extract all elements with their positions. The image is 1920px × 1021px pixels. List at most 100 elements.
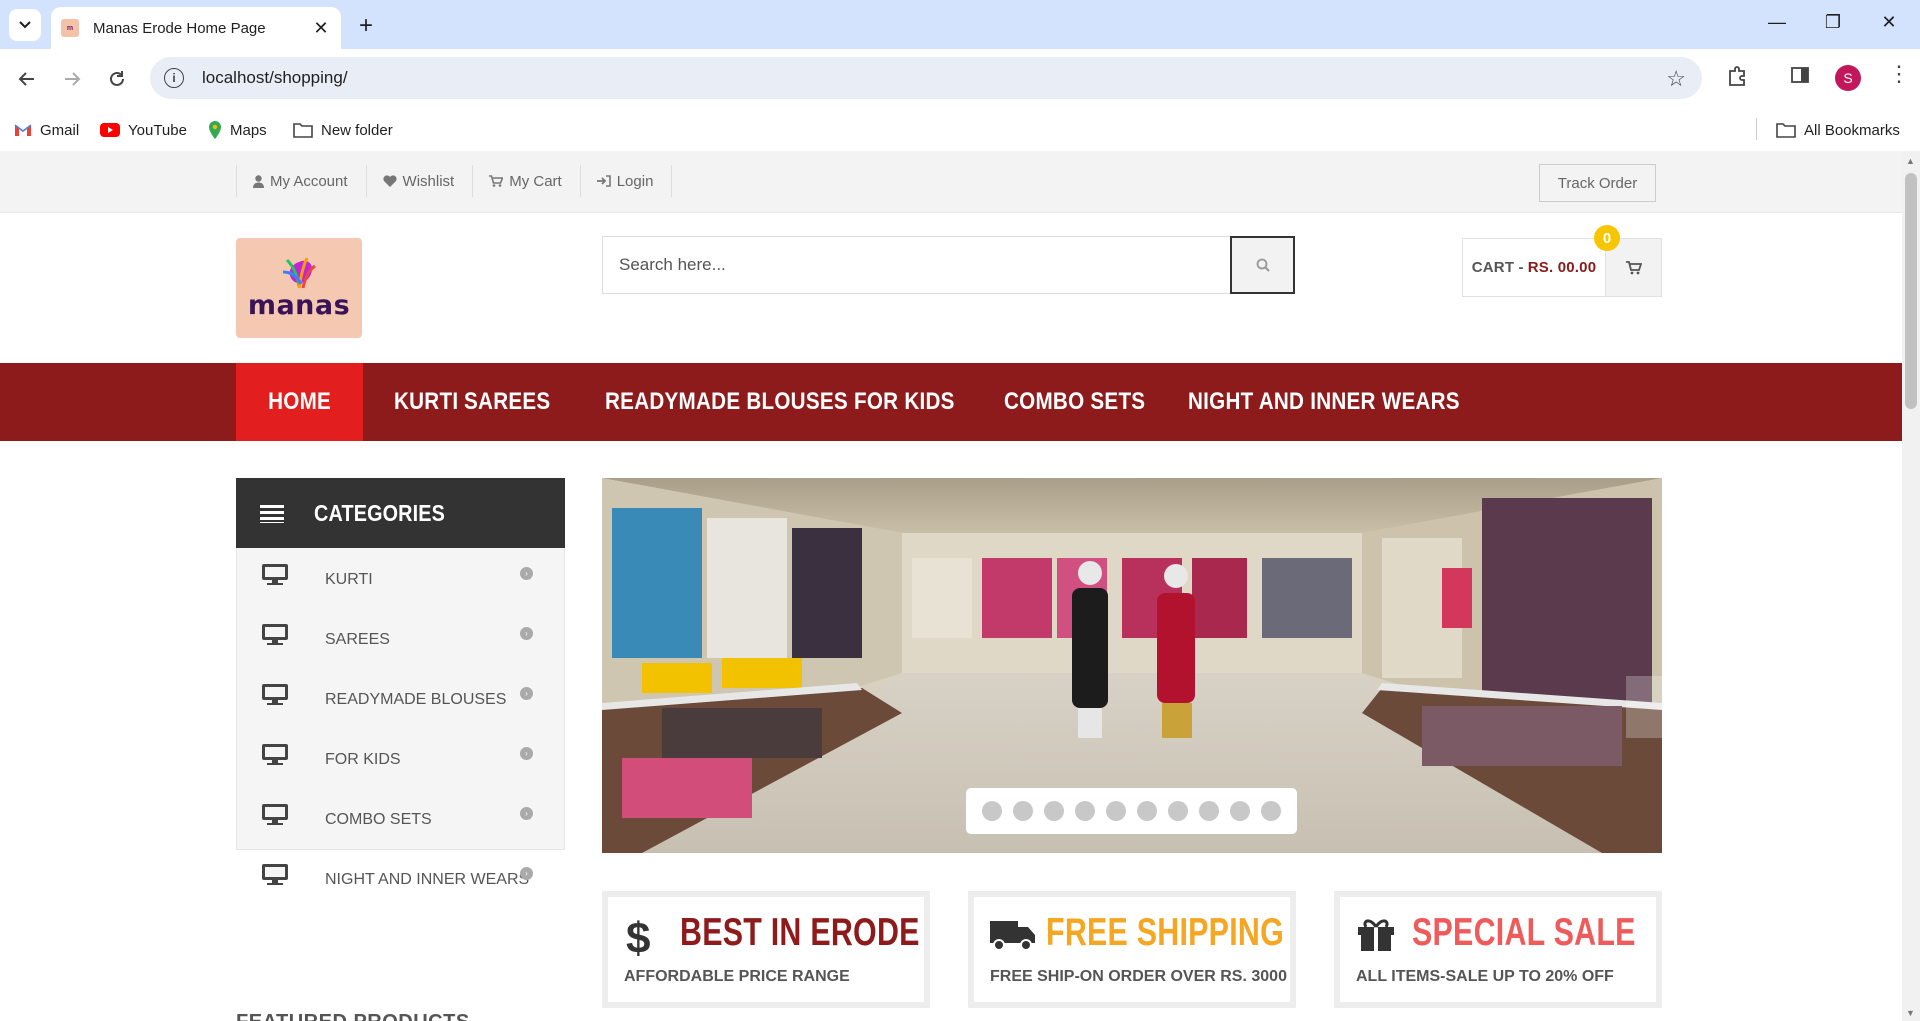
close-window-button[interactable]: ✕ [1874,12,1904,38]
slider-dot[interactable] [1075,801,1095,821]
feature-subtitle: FREE SHIP-ON ORDER OVER RS. 3000 [990,968,1287,985]
youtube-icon [100,123,120,137]
my-account-link[interactable]: My Account [237,165,367,197]
gift-icon [1356,913,1396,958]
wishlist-link[interactable]: Wishlist [367,165,474,197]
slider-dot[interactable] [1137,801,1157,821]
forward-button[interactable] [56,63,88,95]
slider-dot[interactable] [1044,801,1064,821]
category-item-night-and-inner-wears[interactable]: NIGHT AND INNER WEARS › [237,848,564,908]
chevron-right-icon: › [520,747,533,760]
logo-mark-icon [282,256,316,288]
slider-dot[interactable] [1199,801,1219,821]
category-item-readymade-blouses[interactable]: READYMADE BLOUSES › [237,668,564,728]
favicon-icon: m [61,19,79,37]
monitor-icon [261,683,289,712]
wishlist-label: Wishlist [402,172,455,190]
bookmark-new-folder[interactable]: New folder [293,117,393,143]
nav-combo-sets[interactable]: COMBO SETS [1004,363,1169,441]
site-info-icon[interactable]: i [164,68,184,88]
cart-icon [489,175,504,187]
category-item-sarees[interactable]: SAREES › [237,608,564,668]
reload-button[interactable] [101,63,133,95]
tab-title: Manas Erode Home Page [93,19,266,37]
bookmark-youtube[interactable]: YouTube [100,117,187,143]
category-label: KURTI [325,571,373,588]
search-icon [1256,258,1270,272]
minimize-button[interactable]: — [1762,12,1792,38]
cart-price: RS. 00.00 [1527,259,1597,276]
bookmark-maps[interactable]: Maps [208,117,267,143]
nav-readymade-blouses[interactable]: READYMADE BLOUSES [605,363,848,441]
side-panel-icon[interactable] [1790,65,1810,91]
address-bar[interactable]: i localhost/shopping/ ☆ [150,57,1702,99]
truck-icon [990,913,1036,958]
feature-title: SPECIAL SALE [1412,911,1636,954]
categories-header: CATEGORIES [236,478,565,548]
cart-icon [1625,260,1642,274]
nav-sarees[interactable]: SAREES [464,363,587,441]
dollar-icon: $ [624,913,654,964]
site-logo[interactable]: manas [236,238,362,338]
search-button[interactable] [1230,236,1295,294]
bookmark-label: YouTube [128,121,187,139]
scroll-thumb[interactable] [1905,173,1917,409]
search-input[interactable] [602,236,1231,294]
header-cart[interactable]: CART - RS. 00.00 [1462,238,1662,297]
chevron-right-icon: › [520,867,533,880]
bookmark-gmail[interactable]: Gmail [14,117,79,143]
cart-summary: CART - RS. 00.00 [1463,239,1605,296]
slider-dot[interactable] [1261,801,1281,821]
chevron-right-icon: › [520,567,533,580]
login-label: Login [616,172,654,190]
bookmark-star-icon[interactable]: ☆ [1666,66,1686,92]
slider-dot[interactable] [1230,801,1250,821]
nav-kurti[interactable]: KURTI [363,363,473,441]
my-account-label: My Account [270,172,348,190]
feature-subtitle: ALL ITEMS-SALE UP TO 20% OFF [1356,968,1614,985]
restore-button[interactable]: ❐ [1818,12,1848,38]
categories-list: KURTI › SAREES › READYMADE BLOUSES › FOR… [236,548,565,888]
tab-search-button[interactable] [9,9,41,41]
new-tab-button[interactable]: + [352,12,380,40]
all-bookmarks-label: All Bookmarks [1804,121,1900,139]
category-item-for-kids[interactable]: FOR KIDS › [237,728,564,788]
nav-night-and-inner-wears[interactable]: NIGHT AND INNER WEARS [1188,363,1460,441]
slider-dot[interactable] [982,801,1002,821]
folder-icon [1776,122,1796,138]
arrow-left-icon [18,72,34,86]
slider-dot[interactable] [1168,801,1188,821]
back-button[interactable] [11,63,43,95]
login-link[interactable]: Login [581,165,673,197]
extensions-icon[interactable] [1726,65,1748,93]
nav-home[interactable]: HOME [236,363,363,441]
feature-title: FREE SHIPPING [1046,911,1284,954]
my-cart-link[interactable]: My Cart [473,165,581,197]
category-item-combo-sets[interactable]: COMBO SETS › [237,788,564,848]
category-label: READYMADE BLOUSES [325,691,507,708]
hero-slider[interactable] [602,478,1662,853]
category-item-kurti[interactable]: KURTI › [237,548,564,608]
menu-kebab-icon[interactable]: ⋮ [1888,61,1910,87]
slider-dot[interactable] [1106,801,1126,821]
browser-tab[interactable]: m Manas Erode Home Page ✕ [51,7,341,49]
menu-list-icon [260,503,284,523]
track-order-button[interactable]: Track Order [1539,164,1656,202]
chevron-right-icon: › [520,627,533,640]
nav-list: HOME KURTI SAREES READYMADE BLOUSES FOR … [236,363,1460,441]
scroll-down-arrow-icon[interactable]: ▼ [1906,1008,1915,1018]
page-scrollbar[interactable]: ▲ ▼ [1902,151,1920,1021]
slider-next-button[interactable] [1626,676,1662,738]
chevron-down-icon [19,21,31,29]
category-label: COMBO SETS [325,811,432,828]
close-tab-icon[interactable]: ✕ [311,18,331,39]
browser-toolbar: i localhost/shopping/ ☆ S ⋮ [0,49,1920,109]
category-label: SAREES [325,631,390,648]
main-navigation: HOME KURTI SAREES READYMADE BLOUSES FOR … [0,363,1902,441]
slider-dot[interactable] [1013,801,1033,821]
profile-avatar[interactable]: S [1835,65,1861,91]
all-bookmarks-button[interactable]: All Bookmarks [1776,117,1900,143]
scroll-up-arrow-icon[interactable]: ▲ [1906,156,1915,166]
monitor-icon [261,863,289,892]
nav-for-kids[interactable]: FOR KIDS [854,363,989,441]
